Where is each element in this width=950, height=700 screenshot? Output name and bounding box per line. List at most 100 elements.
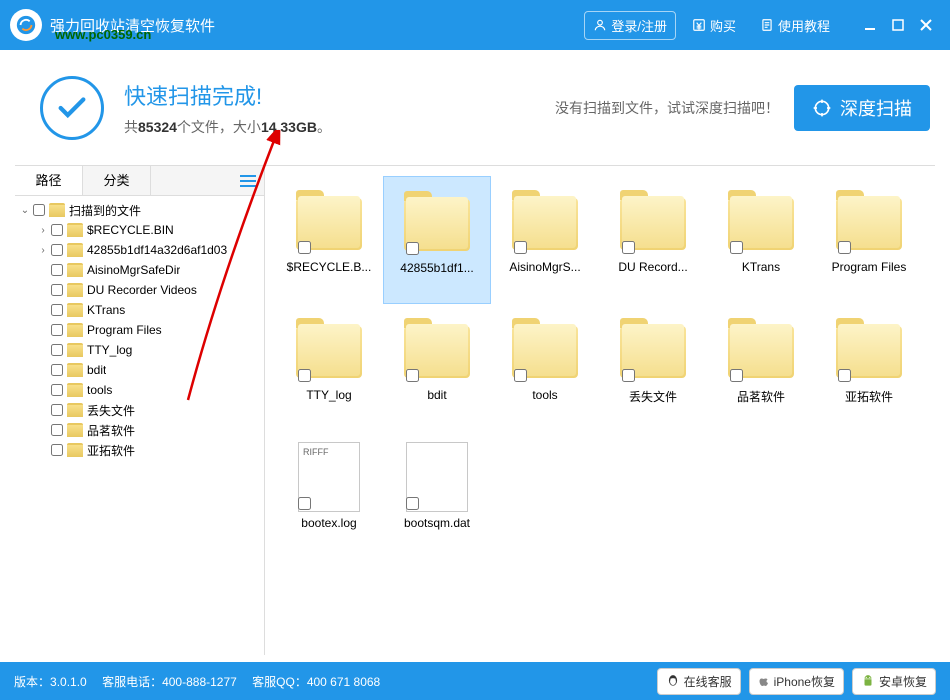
item-checkbox[interactable] (622, 369, 635, 382)
tree-checkbox[interactable] (51, 224, 63, 236)
item-label: KTrans (713, 260, 809, 274)
tree-label: Program Files (87, 323, 162, 337)
tree-label: bdit (87, 363, 106, 377)
tree-label: tools (87, 383, 112, 397)
item-label: 品茗软件 (713, 388, 809, 405)
close-button[interactable] (912, 13, 940, 37)
item-checkbox[interactable] (298, 241, 311, 254)
apple-icon (758, 674, 770, 688)
folder-icon (67, 243, 83, 257)
tree-item[interactable]: 亚拓软件 (15, 440, 264, 460)
folder-item[interactable]: Program Files (815, 176, 923, 304)
item-label: TTY_log (281, 388, 377, 402)
folder-item[interactable]: $RECYCLE.B... (275, 176, 383, 304)
tree-root-checkbox[interactable] (33, 204, 45, 216)
scan-stats: 共85324个文件，大小14.33GB。 (124, 117, 331, 137)
tree-checkbox[interactable] (51, 404, 63, 416)
deep-scan-button[interactable]: 深度扫描 (794, 85, 930, 131)
item-checkbox[interactable] (622, 241, 635, 254)
folder-item[interactable]: 品茗软件 (707, 304, 815, 432)
tree-item[interactable]: tools (15, 380, 264, 400)
tree-checkbox[interactable] (51, 324, 63, 336)
tab-category[interactable]: 分类 (83, 166, 151, 195)
target-icon (812, 98, 832, 118)
tree-checkbox[interactable] (51, 264, 63, 276)
folder-item[interactable]: DU Record... (599, 176, 707, 304)
tree-item[interactable]: bdit (15, 360, 264, 380)
scan-summary: 快速扫描完成! 共85324个文件，大小14.33GB。 没有扫描到文件，试试深… (0, 50, 950, 165)
folder-item[interactable]: 丢失文件 (599, 304, 707, 432)
buy-button[interactable]: 购买 (684, 12, 744, 39)
sidebar: 路径 分类 ⌄ 扫描到的文件 › $RECYCLE.BIN ›42855b1df14… (15, 166, 265, 655)
tree-item[interactable]: › $RECYCLE.BIN (15, 220, 264, 240)
tree-checkbox[interactable] (51, 424, 63, 436)
tree-checkbox[interactable] (51, 384, 63, 396)
android-icon (861, 674, 875, 688)
item-label: 42855b1df1... (390, 261, 484, 275)
tree-root[interactable]: ⌄ 扫描到的文件 (15, 200, 264, 220)
folder-icon (67, 323, 83, 337)
tree-item[interactable]: DU Recorder Videos (15, 280, 264, 300)
tree-checkbox[interactable] (51, 284, 63, 296)
tree-item[interactable]: 品茗软件 (15, 420, 264, 440)
deep-scan-hint: 没有扫描到文件，试试深度扫描吧！ (555, 98, 779, 118)
folder-item[interactable]: tools (491, 304, 599, 432)
item-checkbox[interactable] (838, 369, 851, 382)
online-service-button[interactable]: 在线客服 (657, 668, 741, 695)
folder-item[interactable]: KTrans (707, 176, 815, 304)
item-checkbox[interactable] (406, 369, 419, 382)
tree-checkbox[interactable] (51, 304, 63, 316)
folder-icon (67, 423, 83, 437)
folder-item[interactable]: bdit (383, 304, 491, 432)
tutorial-button[interactable]: 使用教程 (752, 12, 838, 39)
tree-label: TTY_log (87, 343, 132, 357)
tab-path[interactable]: 路径 (15, 166, 83, 195)
folder-item[interactable]: AisinoMgrS... (491, 176, 599, 304)
expand-icon[interactable]: › (37, 225, 49, 236)
qq-text: 客服QQ：400 671 8068 (252, 673, 380, 690)
footer: 版本：3.0.1.0 客服电话：400-888-1277 客服QQ：400 67… (0, 662, 950, 700)
tree-item[interactable]: KTrans (15, 300, 264, 320)
item-checkbox[interactable] (730, 241, 743, 254)
tree-item[interactable]: 丢失文件 (15, 400, 264, 420)
folder-item[interactable]: 亚拓软件 (815, 304, 923, 432)
tree-checkbox[interactable] (51, 364, 63, 376)
item-checkbox[interactable] (838, 241, 851, 254)
folder-icon (67, 383, 83, 397)
folder-item[interactable]: 42855b1df1... (383, 176, 491, 304)
tree-item[interactable]: Program Files (15, 320, 264, 340)
tree-item[interactable]: AisinoMgrSafeDir (15, 260, 264, 280)
folder-item[interactable]: TTY_log (275, 304, 383, 432)
item-checkbox[interactable] (406, 497, 419, 510)
tree-checkbox[interactable] (51, 344, 63, 356)
menu-icon[interactable] (240, 180, 256, 182)
tree-item[interactable]: TTY_log (15, 340, 264, 360)
item-checkbox[interactable] (514, 241, 527, 254)
tree-checkbox[interactable] (51, 444, 63, 456)
file-item[interactable]: bootsqm.dat (383, 432, 491, 560)
item-checkbox[interactable] (514, 369, 527, 382)
expand-icon[interactable]: › (37, 245, 49, 256)
tree-checkbox[interactable] (51, 244, 63, 256)
item-checkbox[interactable] (406, 242, 419, 255)
app-logo (10, 9, 42, 41)
file-item[interactable]: RIFFFbootex.log (275, 432, 383, 560)
collapse-icon[interactable]: ⌄ (19, 205, 31, 216)
item-checkbox[interactable] (730, 369, 743, 382)
file-grid: $RECYCLE.B... 42855b1df1... AisinoMgrS...D… (265, 166, 935, 655)
android-recover-button[interactable]: 安卓恢复 (852, 668, 936, 695)
login-button[interactable]: 登录/注册 (584, 11, 676, 40)
item-label: 丢失文件 (605, 388, 701, 405)
check-icon (55, 91, 89, 125)
item-checkbox[interactable] (298, 369, 311, 382)
tree-item[interactable]: ›42855b1df14a32d6af1d03 (15, 240, 264, 260)
tree-label: $RECYCLE.BIN (87, 223, 174, 237)
maximize-button[interactable] (884, 13, 912, 37)
doc-icon (760, 18, 774, 32)
tree: ⌄ 扫描到的文件 › $RECYCLE.BIN ›42855b1df14a32d6a… (15, 196, 264, 464)
item-checkbox[interactable] (298, 497, 311, 510)
iphone-recover-button[interactable]: iPhone恢复 (749, 668, 844, 695)
folder-icon (67, 403, 83, 417)
minimize-button[interactable] (856, 13, 884, 37)
item-label: bootsqm.dat (389, 516, 485, 530)
